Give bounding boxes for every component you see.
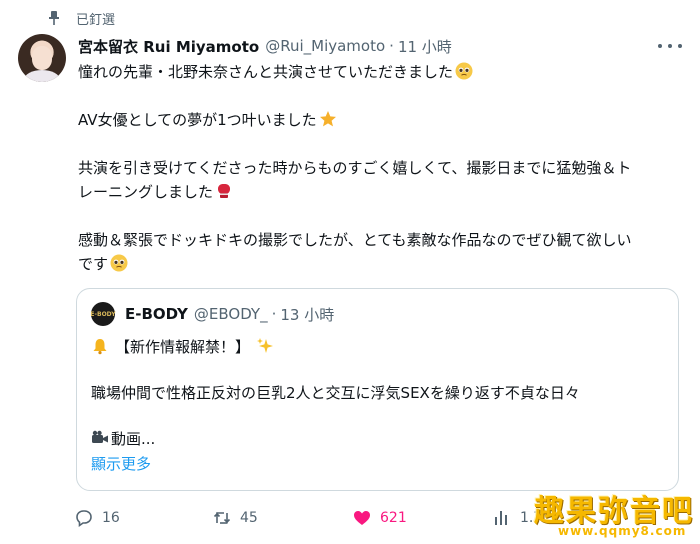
pinned-indicator: 已釘選 (46, 8, 115, 28)
quoted-avatar[interactable]: E-BODY (90, 302, 116, 326)
author-name[interactable]: 宮本留衣 Rui Miyamoto (78, 36, 259, 57)
separator-dot: · (389, 37, 394, 55)
like-count: 621 (380, 510, 407, 526)
views-icon (495, 511, 507, 525)
quoted-line-text: 動画... (111, 430, 156, 448)
like-button[interactable]: 621 (352, 506, 407, 530)
retweet-icon (213, 512, 231, 524)
quoted-tweet[interactable]: E-BODY E-BODY @EBODY_ · 13 小時 【新作情報解禁！】 … (76, 288, 679, 491)
retweet-button[interactable]: 45 (212, 506, 258, 530)
video-camera-icon (92, 430, 108, 443)
pin-icon (49, 11, 59, 25)
quoted-author-handle[interactable]: @EBODY_ (194, 305, 268, 323)
star-icon (319, 111, 336, 127)
quoted-tweet-text: 【新作情報解禁！】 職場仲間で性格正反対の巨乳2人と交互に浮気SEXを繰り返す不… (91, 335, 666, 451)
tweet-line: 共演を引き受けてくださった時からものすごく嬉しくて、撮影日までに猛勉強＆ト (78, 156, 678, 180)
quoted-tweet-header: E-BODY E-BODY @EBODY_ · 13 小時 (90, 302, 334, 326)
tweet-line: AV女優としての夢が1つ叶いました (78, 108, 678, 132)
bell-icon (93, 339, 107, 355)
avatar[interactable] (18, 34, 66, 82)
tweet-line-text: です (78, 255, 109, 273)
quoted-author-name[interactable]: E-BODY (125, 305, 188, 323)
author-handle[interactable]: @Rui_Miyamoto (265, 37, 385, 55)
tweet-line-text: レーニングしました (78, 183, 214, 201)
quoted-tweet-time[interactable]: 13 小時 (280, 304, 334, 325)
quoted-line-text: 【新作情報解禁！】 (115, 338, 251, 356)
pleading-face-icon (455, 62, 473, 80)
logo-text: E-BODY (90, 310, 116, 318)
boxing-glove-icon (218, 184, 231, 198)
separator-dot: · (271, 305, 277, 323)
reply-icon (76, 510, 92, 528)
quoted-line-text: 職場仲間で性格正反対の巨乳2人と交互に浮気SEXを繰り返す不貞な日々 (91, 384, 580, 402)
watermark: 趣果弥音吧 www.qqmy8.com (530, 486, 700, 544)
quoted-line: 【新作情報解禁！】 (91, 335, 666, 359)
more-icon[interactable] (658, 38, 682, 54)
tweet-line: 感動＆緊張でドッキドキの撮影でしたが、とても素敵な作品なのでぜひ観て欲しい (78, 228, 678, 252)
tweet-header: 宮本留衣 Rui Miyamoto @Rui_Miyamoto · 11 小時 (78, 35, 452, 57)
tweet-line: 憧れの先輩・北野未奈さんと共演させていただきました (78, 60, 678, 84)
tweet-line: です (78, 252, 678, 276)
pinned-label: 已釘選 (76, 12, 116, 28)
tweet-line-text: 感動＆緊張でドッキドキの撮影でしたが、とても素敵な作品なのでぜひ観て欲しい (78, 231, 632, 249)
reply-count: 16 (102, 510, 120, 526)
tweet-line: レーニングしました (78, 180, 678, 204)
tweet-line-text: 憧れの先輩・北野未奈さんと共演させていただきました (78, 63, 454, 81)
tweet-time[interactable]: 11 小時 (398, 36, 452, 57)
watermark-url: www.qqmy8.com (558, 524, 687, 538)
pleading-face-icon (110, 254, 128, 272)
quoted-line: 動画... (91, 427, 666, 451)
reply-button[interactable]: 16 (74, 506, 120, 530)
tweet-line-text: AV女優としての夢が1つ叶いました (78, 111, 317, 129)
tweet-text: 憧れの先輩・北野未奈さんと共演させていただきました AV女優としての夢が1つ叶い… (78, 60, 678, 276)
quoted-line: 職場仲間で性格正反対の巨乳2人と交互に浮気SEXを繰り返す不貞な日々 (91, 381, 666, 405)
sparkles-icon (257, 338, 274, 353)
tweet-line-text: 共演を引き受けてくださった時からものすごく嬉しくて、撮影日までに猛勉強＆ト (78, 159, 632, 177)
show-more-link[interactable]: 顯示更多 (91, 453, 151, 474)
heart-icon (354, 511, 370, 525)
retweet-count: 45 (240, 510, 258, 526)
